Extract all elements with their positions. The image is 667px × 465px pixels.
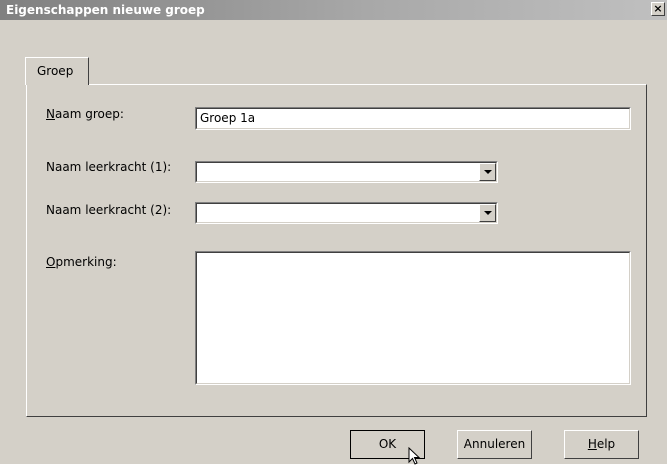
- leerkracht1-label: Naam leerkracht (1):: [46, 160, 172, 174]
- close-icon: ×: [653, 2, 663, 15]
- close-button[interactable]: ×: [651, 2, 665, 16]
- mouse-cursor-icon: [408, 447, 421, 465]
- opmerking-label: Opmerking:: [46, 255, 117, 269]
- leerkracht2-combobox[interactable]: [195, 202, 498, 224]
- opmerking-textarea[interactable]: [195, 251, 631, 385]
- leerkracht1-combobox[interactable]: [195, 161, 498, 183]
- naam-groep-value: Groep 1a: [200, 111, 256, 125]
- cancel-button[interactable]: Annuleren: [457, 430, 532, 459]
- help-button[interactable]: Help: [564, 430, 639, 459]
- tab-label: Groep: [37, 64, 74, 78]
- chevron-down-icon[interactable]: [479, 204, 496, 222]
- naam-groep-input[interactable]: Groep 1a: [195, 107, 631, 130]
- tab-groep[interactable]: Groep: [25, 57, 89, 85]
- dialog-window: Eigenschappen nieuwe groep × Groep Naam …: [0, 0, 667, 465]
- window-title: Eigenschappen nieuwe groep: [6, 3, 205, 17]
- chevron-down-icon[interactable]: [479, 163, 496, 181]
- title-bar[interactable]: Eigenschappen nieuwe groep ×: [0, 0, 667, 20]
- leerkracht2-label: Naam leerkracht (2):: [46, 203, 172, 217]
- naam-groep-label: Naam groep:: [46, 107, 124, 121]
